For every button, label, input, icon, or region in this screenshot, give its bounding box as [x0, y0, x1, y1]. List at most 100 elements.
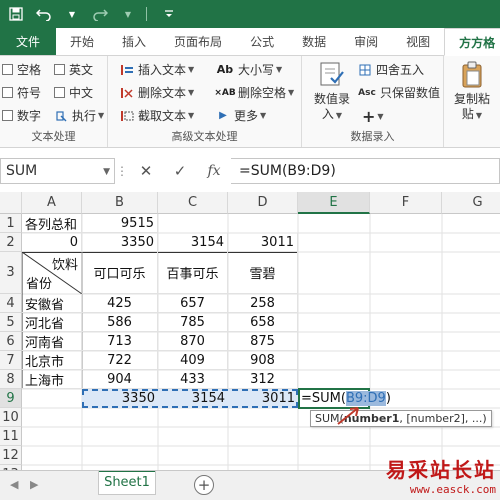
column-header-b[interactable]: B: [82, 192, 158, 214]
more-button[interactable]: ▶ 更多 ▼: [216, 107, 266, 124]
checkbox-space[interactable]: 空格: [2, 61, 41, 78]
checkbox-label: 中文: [69, 86, 94, 100]
column-header-d[interactable]: D: [228, 192, 298, 214]
cell-cola[interactable]: 713: [82, 332, 158, 351]
cell-sprite[interactable]: 312: [228, 370, 298, 389]
column-header-a[interactable]: A: [22, 192, 82, 214]
cell-province[interactable]: 河北省: [22, 313, 82, 332]
cell-cola[interactable]: 722: [82, 351, 158, 370]
column-header-e[interactable]: E: [298, 192, 370, 214]
cell-pepsi[interactable]: 409: [158, 351, 228, 370]
undo-icon[interactable]: [32, 2, 56, 26]
row-header-4[interactable]: 4: [0, 294, 22, 313]
undo-dropdown-icon[interactable]: ▼: [60, 2, 84, 26]
cell-pepsi[interactable]: 785: [158, 313, 228, 332]
column-header-g[interactable]: G: [442, 192, 500, 214]
row-header-2[interactable]: 2: [0, 233, 22, 252]
cell-cola[interactable]: 586: [82, 313, 158, 332]
tab-view[interactable]: 视图: [392, 28, 444, 55]
round-button[interactable]: 四舍五入: [358, 61, 424, 78]
cell-d2[interactable]: 3011: [228, 233, 298, 252]
row-header-1[interactable]: 1: [0, 214, 22, 233]
tab-insert[interactable]: 插入: [108, 28, 160, 55]
checkbox-number[interactable]: 数字: [2, 107, 41, 124]
tab-data[interactable]: 数据: [288, 28, 340, 55]
splitter-dots-icon[interactable]: ⋮: [115, 164, 129, 178]
name-box[interactable]: SUM ▼: [0, 158, 115, 184]
cell-c9[interactable]: 3154: [158, 389, 228, 408]
row-header-7[interactable]: 7: [0, 351, 22, 370]
tab-formulas[interactable]: 公式: [236, 28, 288, 55]
cell-b3[interactable]: 可口可乐: [82, 252, 158, 294]
row-header-10[interactable]: 10: [0, 408, 22, 427]
row-header-8[interactable]: 8: [0, 370, 22, 389]
checkbox-chinese[interactable]: 中文: [54, 84, 93, 101]
keep-value-button[interactable]: Asc 只保留数值: [358, 84, 440, 101]
checkbox-english[interactable]: 英文: [54, 61, 93, 78]
row-header-12[interactable]: 12: [0, 446, 22, 465]
cell-province[interactable]: 安徽省: [22, 294, 82, 313]
delete-text-button[interactable]: 删除文本 ▼: [120, 84, 194, 101]
checkbox-box: [54, 64, 65, 75]
column-header-c[interactable]: C: [158, 192, 228, 214]
cell-b1[interactable]: 9515: [82, 214, 158, 233]
cell-sprite[interactable]: 875: [228, 332, 298, 351]
tab-home[interactable]: 开始: [56, 28, 108, 55]
row-header-9[interactable]: 9: [0, 389, 22, 408]
row-header-11[interactable]: 11: [0, 427, 22, 446]
enter-button[interactable]: ✓: [163, 158, 197, 184]
sheet-tab-sheet1[interactable]: Sheet1: [98, 471, 156, 495]
customize-icon[interactable]: [157, 2, 181, 26]
data-entry-label-2: 入 ▼: [308, 107, 356, 123]
insert-function-button[interactable]: fx: [197, 158, 231, 184]
row-header-6[interactable]: 6: [0, 332, 22, 351]
data-entry-button[interactable]: 数值录 入 ▼: [308, 60, 356, 123]
insert-text-button[interactable]: 插入文本 ▼: [120, 61, 194, 78]
redo-icon[interactable]: [88, 2, 112, 26]
cell-sprite[interactable]: 908: [228, 351, 298, 370]
cell-b9[interactable]: 3350: [82, 389, 158, 408]
cancel-button[interactable]: ✕: [129, 158, 163, 184]
cell-a1[interactable]: 各列总和: [22, 214, 82, 233]
chevron-down-icon: ▼: [188, 111, 195, 120]
execute-button[interactable]: 执行 ▼: [54, 107, 104, 124]
row-header-3[interactable]: 3: [0, 252, 22, 294]
tab-file[interactable]: 文件: [0, 28, 57, 55]
cell-c2[interactable]: 3154: [158, 233, 228, 252]
cell-a3-diagonal-header[interactable]: 饮料 省份: [22, 252, 82, 294]
copy-paste-button[interactable]: 复制粘 贴 ▼: [448, 60, 496, 123]
cell-cola[interactable]: 904: [82, 370, 158, 389]
cell-pepsi[interactable]: 870: [158, 332, 228, 351]
scroll-left-icon[interactable]: ◀: [10, 478, 18, 491]
add-button[interactable]: + ▼: [362, 107, 384, 126]
cell-cola[interactable]: 425: [82, 294, 158, 313]
tab-review[interactable]: 审阅: [340, 28, 392, 55]
cell-province[interactable]: 北京市: [22, 351, 82, 370]
worksheet-grid[interactable]: A B C D E F G 1 2 3 4 5 6 7 8 9 10 11 12…: [0, 192, 500, 470]
scroll-right-icon[interactable]: ▶: [30, 478, 38, 491]
tab-fangfangge[interactable]: 方方格: [444, 28, 500, 56]
cell-d9[interactable]: 3011: [228, 389, 298, 408]
cell-sprite[interactable]: 658: [228, 313, 298, 332]
cell-pepsi[interactable]: 433: [158, 370, 228, 389]
cell-d3[interactable]: 雪碧: [228, 252, 298, 294]
cell-a2[interactable]: 0: [22, 233, 82, 252]
cell-sprite[interactable]: 258: [228, 294, 298, 313]
delete-space-button[interactable]: ×AB 删除空格 ▼: [214, 84, 294, 101]
cell-b2[interactable]: 3350: [82, 233, 158, 252]
save-icon[interactable]: [4, 2, 28, 26]
select-all-corner[interactable]: [0, 192, 22, 214]
add-sheet-button[interactable]: +: [194, 475, 214, 495]
formula-input[interactable]: =SUM(B9:D9): [231, 158, 500, 184]
cell-c3[interactable]: 百事可乐: [158, 252, 228, 294]
cut-text-button[interactable]: 截取文本 ▼: [120, 107, 194, 124]
row-header-5[interactable]: 5: [0, 313, 22, 332]
cell-province[interactable]: 上海市: [22, 370, 82, 389]
redo-dropdown-icon[interactable]: ▼: [116, 2, 140, 26]
cell-province[interactable]: 河南省: [22, 332, 82, 351]
cell-pepsi[interactable]: 657: [158, 294, 228, 313]
tab-page-layout[interactable]: 页面布局: [160, 28, 236, 55]
column-header-f[interactable]: F: [370, 192, 442, 214]
checkbox-symbol[interactable]: 符号: [2, 84, 41, 101]
case-button[interactable]: Ab 大小写 ▼: [216, 61, 282, 78]
